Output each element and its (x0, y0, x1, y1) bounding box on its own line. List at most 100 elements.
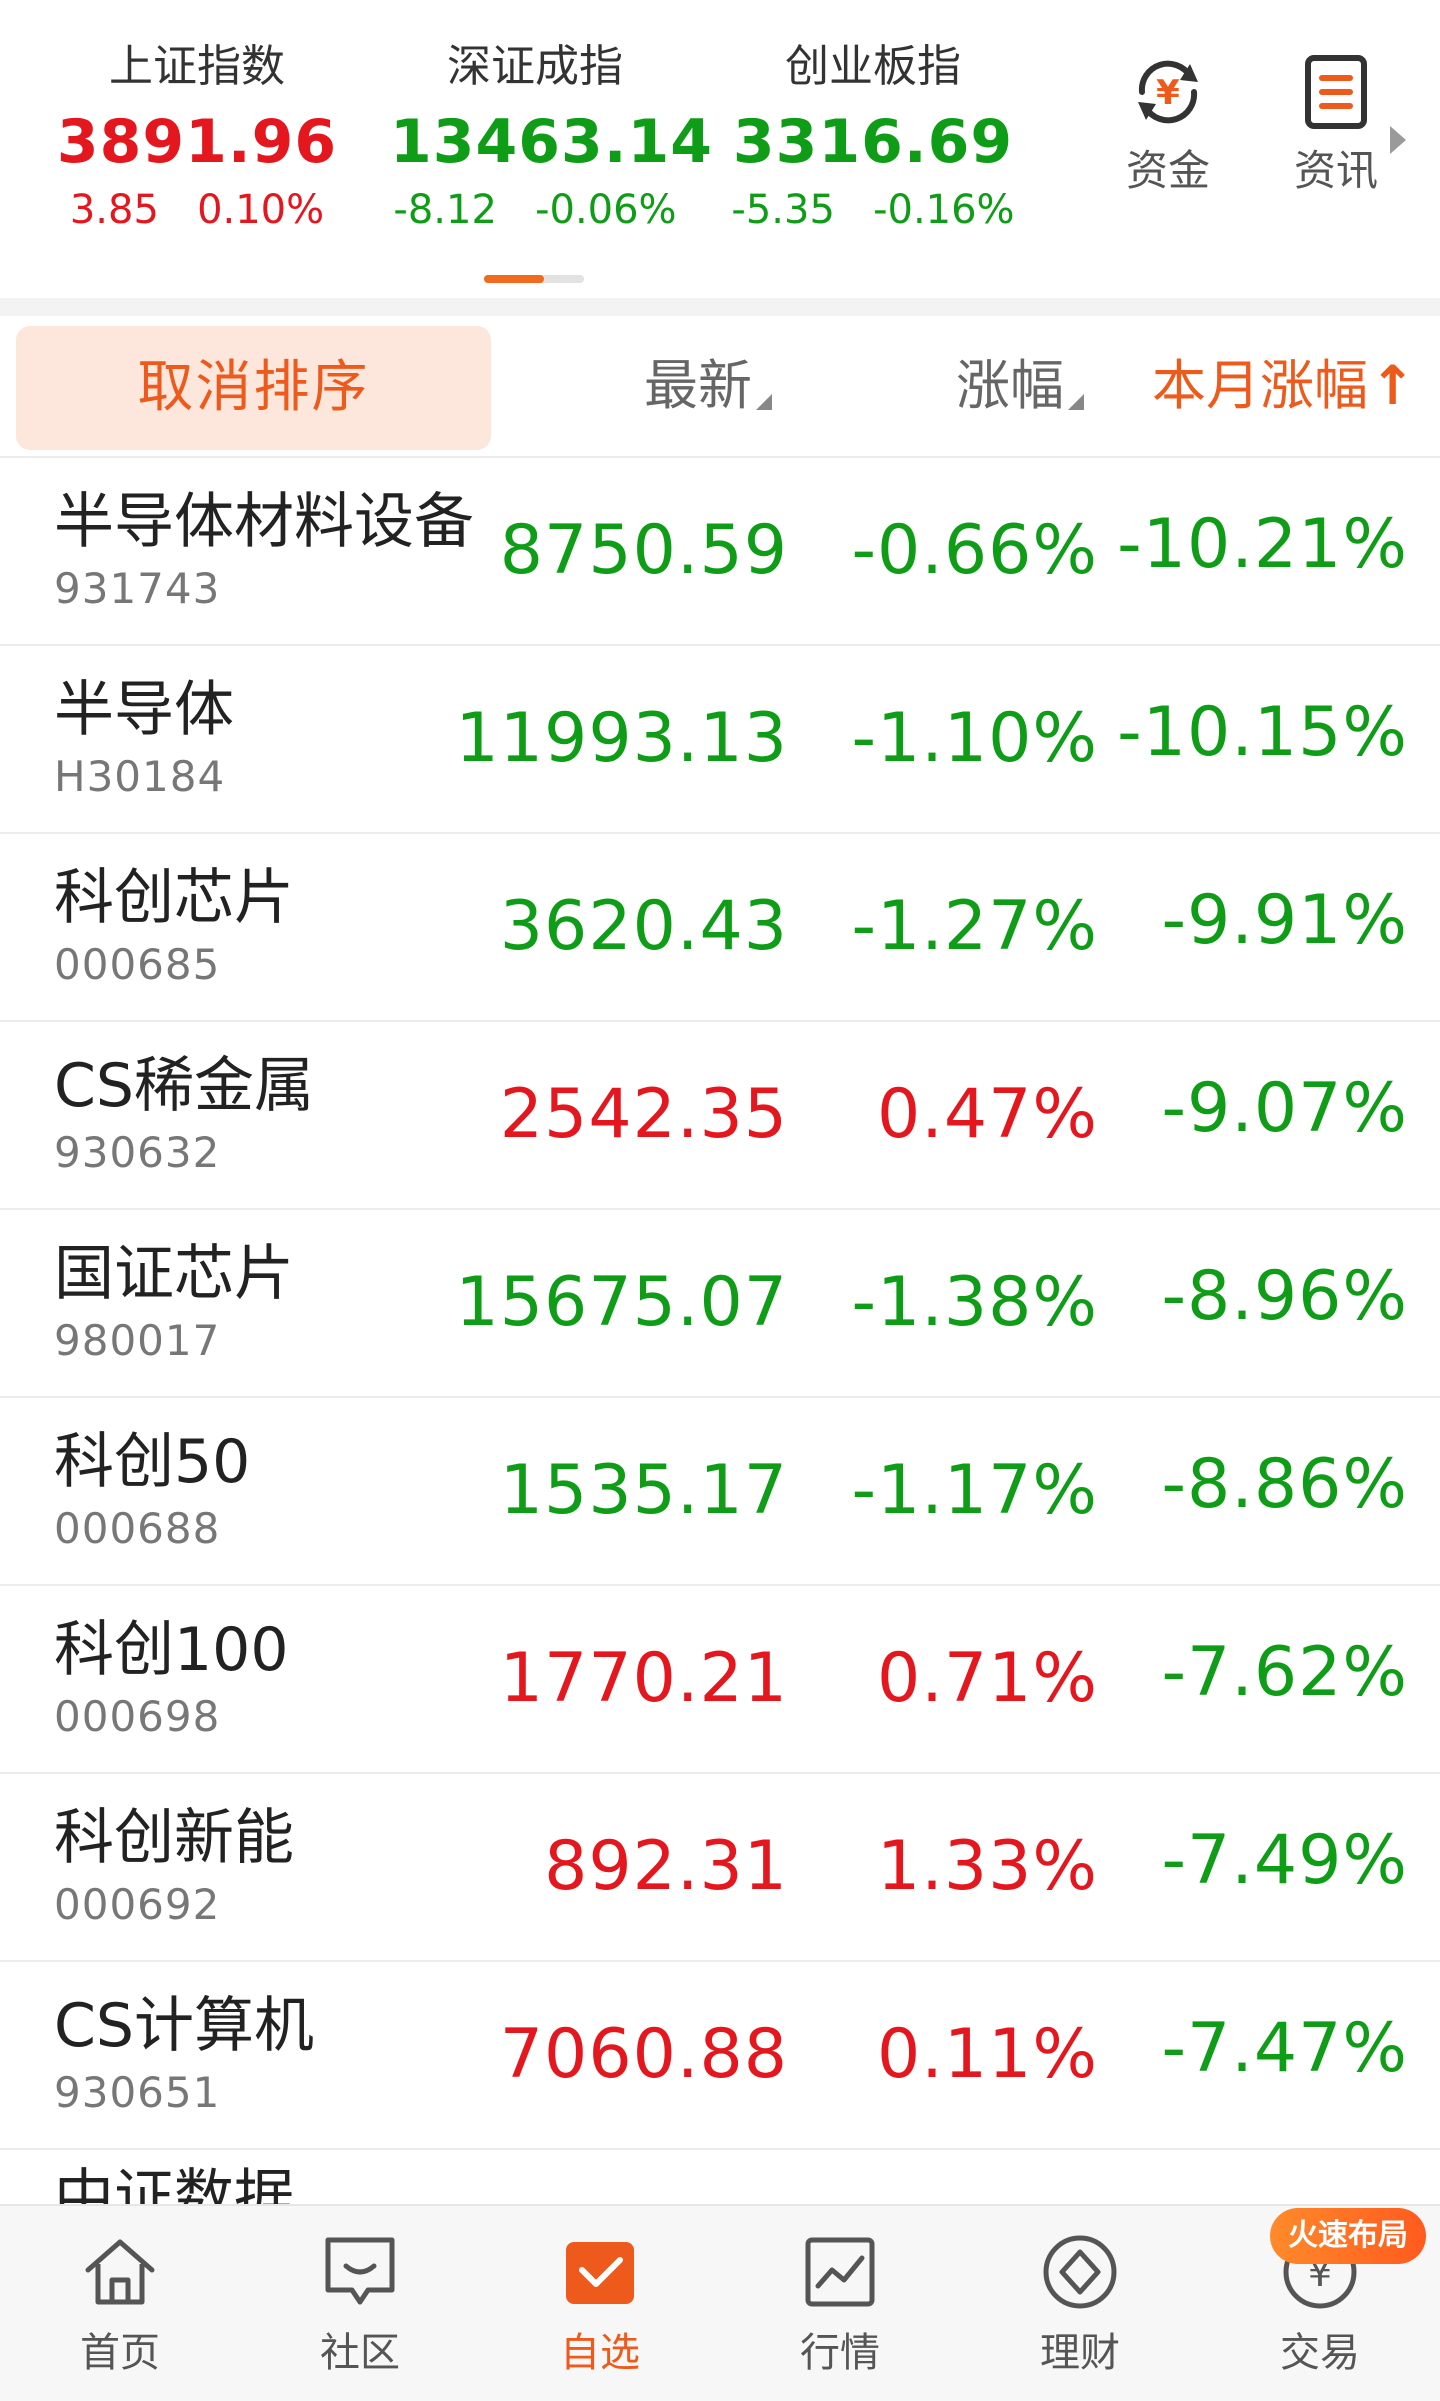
index-name: 创业板指 (785, 41, 961, 92)
index-change: -8.12 -0.06% (393, 187, 677, 233)
cancel-sort-button[interactable]: 取消排序 (16, 326, 491, 450)
index-card-chinext[interactable]: 创业板指 3316.69 -5.35 -0.16% (728, 32, 1018, 240)
quick-link-label: 资金 (1125, 146, 1210, 195)
index-name: CS计算机 (54, 1991, 314, 2061)
nav-label: 自选 (560, 2330, 640, 2376)
month-change-percent: -7.49% (1161, 1821, 1408, 1900)
latest-price: 1535.17 (499, 1451, 788, 1530)
index-code: 931743 (54, 564, 221, 613)
nav-community[interactable]: 社区 (240, 2206, 480, 2401)
market-index-strip: 上证指数 3891.96 3.85 0.10% 深证成指 13463.14 -8… (0, 0, 1440, 298)
index-code: 000685 (54, 940, 221, 989)
nav-label: 理财 (1040, 2330, 1120, 2376)
index-name: 科创100 (54, 1615, 289, 1685)
index-code: 000698 (54, 1692, 221, 1741)
trend-chart-icon (800, 2232, 880, 2312)
quick-link-label: 资讯 (1293, 146, 1378, 195)
sort-ascending-icon: ↑ (1370, 354, 1416, 417)
bottom-nav: 首页 社区 自选 行情 理财 ¥ 交易 (0, 2204, 1440, 2401)
news-icon (1296, 52, 1376, 132)
table-row[interactable]: CS稀金属 930632 2542.35 0.47% -9.07% (0, 1022, 1440, 1210)
sort-month-header[interactable]: 本月涨幅↑ (1152, 316, 1415, 456)
index-card-shenzhen[interactable]: 深证成指 13463.14 -8.12 -0.06% (390, 32, 712, 240)
index-code: 980017 (54, 1316, 221, 1365)
month-change-percent: -7.62% (1161, 1633, 1408, 1712)
nav-home[interactable]: 首页 (0, 2206, 240, 2401)
change-percent: -0.66% (851, 511, 1098, 590)
scroll-right-icon[interactable] (1390, 126, 1406, 154)
favorites-check-icon (560, 2232, 640, 2312)
nav-label: 行情 (800, 2330, 880, 2376)
month-change-percent: -10.15% (1117, 693, 1408, 772)
index-name: 半导体 (54, 675, 234, 745)
index-name: 科创芯片 (54, 863, 294, 933)
index-name: 上证指数 (109, 41, 285, 92)
table-row[interactable]: 科创新能 000692 892.31 1.33% -7.49% (0, 1774, 1440, 1962)
change-percent: -1.38% (851, 1263, 1098, 1342)
index-name: 中证数据 (54, 2163, 294, 2210)
month-change-percent: -9.91% (1161, 881, 1408, 960)
index-change: -5.35 -0.16% (731, 187, 1015, 233)
index-name: 国证芯片 (54, 1239, 294, 1309)
column-label: 涨幅 (956, 354, 1064, 417)
watchlist: 半导体材料设备 931743 8750.59 -0.66% -10.21% 半导… (0, 458, 1440, 2210)
table-row[interactable]: CS计算机 930651 7060.88 0.11% -7.47% (0, 1962, 1440, 2150)
month-change-percent: -7.47% (1161, 2009, 1408, 2088)
table-row[interactable]: 科创100 000698 1770.21 0.71% -7.62% (0, 1586, 1440, 1774)
diamond-icon (1040, 2232, 1120, 2312)
month-change-percent: -8.86% (1161, 1445, 1408, 1524)
index-name: 科创新能 (54, 1803, 294, 1873)
change-percent: -1.17% (851, 1451, 1098, 1530)
nav-market[interactable]: 行情 (720, 2206, 960, 2401)
svg-text:¥: ¥ (1156, 73, 1180, 113)
table-row[interactable]: 中证数据 (0, 2150, 1440, 2210)
sort-triangle-icon (756, 394, 772, 410)
table-row[interactable]: 科创芯片 000685 3620.43 -1.27% -9.91% (0, 834, 1440, 1022)
index-name: 半导体材料设备 (54, 487, 474, 557)
latest-price: 11993.13 (455, 699, 788, 778)
sort-latest-header[interactable]: 最新 (644, 316, 772, 456)
nav-label: 社区 (320, 2330, 400, 2376)
latest-price: 3620.43 (499, 887, 788, 966)
pager-indicator (484, 275, 544, 283)
table-row[interactable]: 国证芯片 980017 15675.07 -1.38% -8.96% (0, 1210, 1440, 1398)
index-code: 930651 (54, 2068, 221, 2117)
index-card-shanghai[interactable]: 上证指数 3891.96 3.85 0.10% (52, 32, 342, 240)
sort-triangle-icon (1068, 394, 1084, 410)
nav-favorites[interactable]: 自选 (480, 2206, 720, 2401)
latest-price: 7060.88 (499, 2015, 788, 2094)
index-code: H30184 (54, 752, 226, 801)
change-percent: -1.27% (851, 887, 1098, 966)
table-row[interactable]: 科创50 000688 1535.17 -1.17% -8.86% (0, 1398, 1440, 1586)
latest-price: 15675.07 (455, 1263, 788, 1342)
latest-price: 1770.21 (499, 1639, 788, 1718)
change-percent: 0.11% (876, 2015, 1098, 2094)
latest-price: 2542.35 (499, 1075, 788, 1154)
index-code: 000692 (54, 1880, 221, 1929)
home-icon (80, 2232, 160, 2312)
month-change-percent: -9.07% (1161, 1069, 1408, 1148)
change-percent: 0.71% (876, 1639, 1098, 1718)
table-row[interactable]: 半导体 H30184 11993.13 -1.10% -10.15% (0, 646, 1440, 834)
month-change-percent: -10.21% (1117, 505, 1408, 584)
table-row[interactable]: 半导体材料设备 931743 8750.59 -0.66% -10.21% (0, 458, 1440, 646)
index-name: CS稀金属 (54, 1051, 314, 1121)
chat-icon (320, 2232, 400, 2312)
index-value: 3891.96 (56, 107, 338, 177)
sort-change-header[interactable]: 涨幅 (956, 316, 1084, 456)
index-value: 3316.69 (732, 107, 1014, 177)
change-percent: 0.47% (876, 1075, 1098, 1154)
month-change-percent: -8.96% (1161, 1257, 1408, 1336)
quick-link-news[interactable]: 资讯 (1276, 52, 1396, 196)
change-percent: -1.10% (851, 699, 1098, 778)
index-code: 000688 (54, 1504, 221, 1553)
index-name: 深证成指 (447, 41, 623, 92)
promo-badge[interactable]: 火速布局 (1270, 2208, 1426, 2264)
quick-link-funds[interactable]: ¥ 资金 (1108, 52, 1228, 196)
nav-wealth[interactable]: 理财 (960, 2206, 1200, 2401)
nav-label: 交易 (1280, 2330, 1360, 2376)
latest-price: 8750.59 (499, 511, 788, 590)
section-divider (0, 298, 1440, 316)
column-label: 本月涨幅 (1152, 354, 1368, 417)
latest-price: 892.31 (544, 1827, 788, 1906)
